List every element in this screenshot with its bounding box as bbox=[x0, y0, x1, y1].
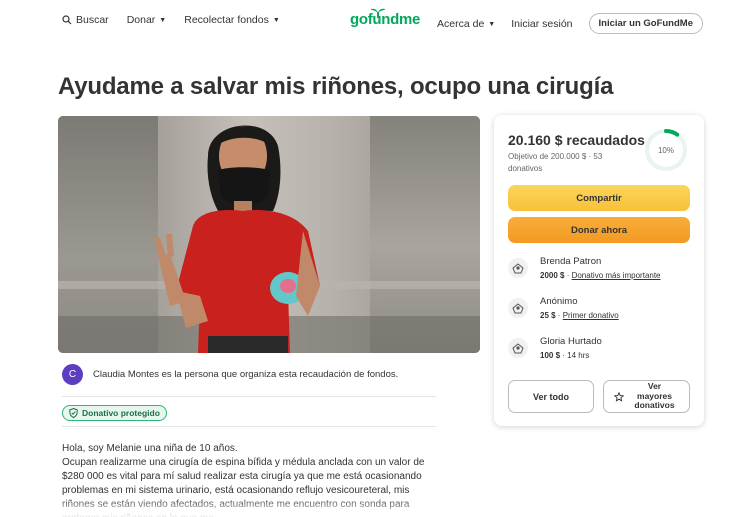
avatar: C bbox=[62, 364, 83, 385]
donation-item: Anónimo 25 $ · Primer donativo bbox=[508, 296, 619, 320]
donation-time: 14 hrs bbox=[567, 351, 590, 360]
search-link[interactable]: Buscar bbox=[62, 14, 109, 26]
see-all-button[interactable]: Ver todo bbox=[508, 380, 594, 413]
chevron-down-icon: ▼ bbox=[272, 17, 280, 24]
protected-badge[interactable]: Donativo protegido bbox=[62, 405, 167, 421]
organizer-row[interactable]: C Claudia Montes es la persona que organ… bbox=[62, 364, 398, 385]
search-icon bbox=[62, 15, 72, 25]
star-icon bbox=[613, 391, 624, 402]
divider bbox=[62, 396, 436, 397]
share-button[interactable]: Compartir bbox=[508, 185, 690, 211]
donor-name: Brenda Patron bbox=[540, 256, 602, 267]
donation-amount: 100 $ bbox=[540, 351, 561, 360]
protected-badge-label: Donativo protegido bbox=[82, 408, 160, 418]
nav-right: Acerca de ▼ Iniciar sesión Iniciar un Go… bbox=[437, 13, 703, 34]
see-top-donations-button[interactable]: Ver mayores donativos bbox=[603, 380, 690, 413]
donation-meta: 100 $ · 14 hrs bbox=[540, 351, 590, 360]
story-fade-overlay bbox=[0, 497, 750, 517]
search-label: Buscar bbox=[76, 14, 109, 26]
donor-name: Gloria Hurtado bbox=[540, 336, 602, 347]
raised-amount: 20.160 $ recaudados bbox=[508, 132, 645, 148]
see-top-donations-label: Ver mayores donativos bbox=[634, 381, 675, 411]
gofundme-logo[interactable]: gofundme bbox=[350, 8, 420, 28]
story-paragraph: Hola, soy Melanie una niña de 10 años. bbox=[62, 443, 238, 454]
donation-note[interactable]: Donativo más importante bbox=[572, 271, 661, 280]
goal-text: Objetivo de 200.000 $ · 53 donativos bbox=[508, 151, 628, 175]
goal-amount: Objetivo de 200.000 $ bbox=[508, 152, 587, 161]
about-menu-label: Acerca de bbox=[437, 17, 485, 30]
goal-separator: · bbox=[588, 152, 592, 161]
chevron-down-icon: ▼ bbox=[159, 17, 167, 24]
shield-check-icon bbox=[69, 408, 78, 418]
organizer-text: Claudia Montes es la persona que organiz… bbox=[93, 369, 399, 380]
donate-now-button[interactable]: Donar ahora bbox=[508, 217, 690, 243]
top-nav: Buscar Donar ▼ Recolectar fondos ▼ gofun… bbox=[0, 0, 750, 46]
donation-item: Gloria Hurtado 100 $ · 14 hrs bbox=[508, 336, 602, 360]
nav-left: Buscar Donar ▼ Recolectar fondos ▼ bbox=[62, 14, 280, 26]
donor-icon bbox=[508, 298, 528, 318]
login-link[interactable]: Iniciar sesión bbox=[511, 18, 572, 30]
donate-menu-label: Donar bbox=[126, 14, 156, 26]
progress-percent: 10% bbox=[657, 145, 674, 155]
donate-menu[interactable]: Donar ▼ bbox=[127, 14, 167, 26]
chevron-down-icon: ▼ bbox=[488, 20, 496, 28]
donor-icon bbox=[508, 258, 528, 278]
girl-figure-illustration bbox=[154, 125, 320, 353]
fundraise-menu[interactable]: Recolectar fondos ▼ bbox=[184, 14, 280, 26]
donation-sidebar-card: 20.160 $ recaudados Objetivo de 200.000 … bbox=[494, 115, 704, 426]
campaign-photo[interactable] bbox=[58, 116, 480, 353]
donation-meta: 2000 $ · Donativo más importante bbox=[540, 271, 661, 280]
donation-note[interactable]: Primer donativo bbox=[563, 311, 619, 320]
donor-name: Anónimo bbox=[540, 296, 578, 307]
start-gofundme-button[interactable]: Iniciar un GoFundMe bbox=[588, 13, 703, 34]
divider bbox=[62, 426, 436, 427]
donation-amount: 2000 $ bbox=[540, 271, 565, 280]
logo-sprout-icon bbox=[371, 8, 385, 18]
donation-meta: 25 $ · Primer donativo bbox=[540, 311, 619, 320]
campaign-title: Ayudame a salvar mis riñones, ocupo una … bbox=[58, 73, 614, 100]
donor-icon bbox=[508, 338, 528, 358]
about-menu[interactable]: Acerca de ▼ bbox=[437, 18, 495, 30]
donation-amount: 25 $ bbox=[540, 311, 556, 320]
donation-item: Brenda Patron 2000 $ · Donativo más impo… bbox=[508, 256, 661, 280]
fundraise-menu-label: Recolectar fondos bbox=[184, 14, 269, 26]
